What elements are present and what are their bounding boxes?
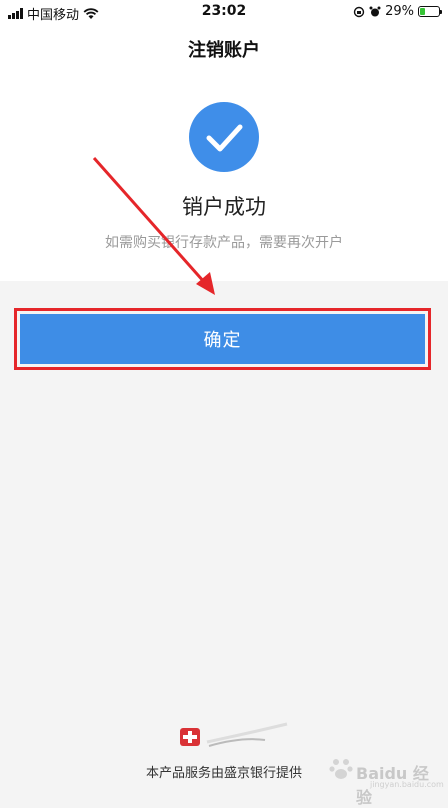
watermark-url: jingyan.baidu.com <box>370 780 444 789</box>
baidu-paw-icon <box>329 759 353 779</box>
alarm-icon <box>369 6 381 16</box>
check-icon <box>206 124 243 152</box>
confirm-button[interactable]: 确定 <box>20 314 425 364</box>
battery-icon <box>418 6 442 17</box>
redacted-bank-name <box>206 722 288 747</box>
result-subtitle: 如需购买银行存款产品，需要再次开户 <box>105 235 343 251</box>
page-title: 注销账户 <box>188 40 260 61</box>
bank-logo-icon <box>180 728 200 746</box>
status-bar: 中国移动 23:02 29% <box>0 0 448 24</box>
confirm-highlight-box: 确定 <box>14 308 431 370</box>
success-badge <box>189 102 259 172</box>
watermark: Baidu 经验 jingyan.baidu.com <box>328 740 444 807</box>
result-title: 销户成功 <box>182 195 266 219</box>
orientation-lock-icon <box>353 6 365 17</box>
battery-percent: 29% <box>385 4 414 19</box>
status-right: 29% <box>353 4 442 19</box>
result-panel: 注销账户 销户成功 如需购买银行存款产品，需要再次开户 <box>0 24 448 281</box>
